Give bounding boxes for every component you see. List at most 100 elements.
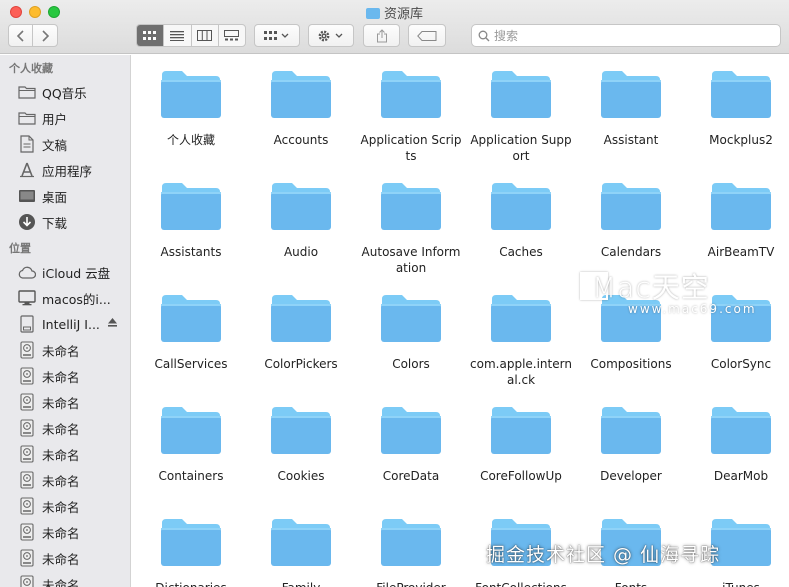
folder-item[interactable]: FileProvider [356,503,466,587]
folder-item[interactable]: Accounts [246,55,356,167]
sidebar-item-untitled[interactable]: 未命名 [0,467,130,493]
icon-view-button[interactable] [137,25,165,46]
folder-name: Family [249,580,353,587]
folder-icon [381,71,441,118]
sidebar-item-untitled[interactable]: 未命名 [0,571,130,587]
search-field[interactable] [471,24,781,47]
folder-name: iTunes [689,580,789,587]
sidebar-item-untitled[interactable]: 未命名 [0,337,130,363]
folder-name: DearMob [713,469,769,483]
window-titlebar: 资源库 [0,0,789,54]
folder-icon [271,519,331,566]
folder-item[interactable]: Assistants [136,167,246,279]
folder-name: Compositions [590,357,672,371]
folder-item[interactable]: Family [246,503,356,587]
cloud-icon [17,263,37,281]
sidebar-item-downloads[interactable]: 下载 [0,209,130,235]
action-menu-button[interactable] [308,24,354,47]
folder-name: Assistant [603,133,659,147]
column-view-icon [197,30,213,41]
share-button[interactable] [363,24,400,47]
folder-icon [17,109,37,127]
chevron-left-icon [16,29,24,42]
folder-item[interactable]: DearMob [686,391,789,503]
drive-icon [17,341,37,359]
folder-name: CoreData [382,469,440,483]
arrange-button[interactable] [254,24,300,47]
folder-item[interactable]: Containers [136,391,246,503]
folder-item[interactable]: Mockplus2 [686,55,789,167]
folder-item[interactable]: Dictionaries [136,503,246,587]
computer-icon [17,289,37,307]
window-title: 资源库 [0,3,789,22]
download-icon [17,213,37,231]
folder-icon [161,519,221,566]
column-view-button[interactable] [192,25,219,46]
sidebar: 个人收藏 QQ音乐 用户 文稿 应用程序 桌面 下载 位置 iCloud 云盘 … [0,55,131,587]
sidebar-item-untitled[interactable]: 未命名 [0,493,130,519]
sidebar-favorites-header: 个人收藏 [9,62,53,75]
forward-button[interactable] [32,24,58,47]
folder-item[interactable]: Developer [576,391,686,503]
gallery-view-button[interactable] [219,25,245,46]
sidebar-item-untitled[interactable]: 未命名 [0,415,130,441]
folder-item[interactable]: com.apple.internal.ck [466,279,576,391]
folder-name: Caches [499,245,543,259]
sidebar-item-untitled[interactable]: 未命名 [0,363,130,389]
sidebar-item-applications[interactable]: 应用程序 [0,157,130,183]
sidebar-item-intellij[interactable]: IntelliJ I... [0,311,130,337]
folder-name: Calendars [600,245,662,259]
sidebar-item-untitled[interactable]: 未命名 [0,441,130,467]
folder-name: Application Scripts [360,133,462,163]
folder-item[interactable]: Colors [356,279,466,391]
drive-icon [17,393,37,411]
folder-item[interactable]: Application Support [466,55,576,167]
back-button[interactable] [8,24,33,47]
drive-icon [17,497,37,515]
folder-item[interactable]: Autosave Information [356,167,466,279]
folder-name: FontCollections [469,580,573,587]
folder-icon [161,183,221,230]
folder-name: FileProvider [359,580,463,587]
eject-icon[interactable] [107,317,118,328]
folder-item[interactable]: 个人收藏 [136,55,246,167]
folder-item[interactable]: Cookies [246,391,356,503]
sidebar-item-icloud[interactable]: iCloud 云盘 [0,259,130,285]
tag-button[interactable] [408,24,446,47]
folder-item[interactable]: Audio [246,167,356,279]
chevron-right-icon [42,29,50,42]
sidebar-item-users[interactable]: 用户 [0,105,130,131]
sidebar-item-qqmusic[interactable]: QQ音乐 [0,79,130,105]
folder-icon [271,295,331,342]
sidebar-item-desktop[interactable]: 桌面 [0,183,130,209]
sidebar-item-untitled[interactable]: 未命名 [0,519,130,545]
folder-item[interactable]: AirBeamTV [686,167,789,279]
tag-icon [417,30,437,41]
sidebar-item-documents[interactable]: 文稿 [0,131,130,157]
disk-icon [17,315,37,333]
folder-item[interactable]: Calendars [576,167,686,279]
sidebar-item-computer[interactable]: macos的i... [0,285,130,311]
folder-item[interactable]: Caches [466,167,576,279]
drive-icon [17,523,37,541]
sidebar-item-untitled[interactable]: 未命名 [0,389,130,415]
search-input[interactable] [494,28,754,43]
list-view-button[interactable] [164,25,192,46]
folder-item[interactable]: CallServices [136,279,246,391]
folder-item[interactable]: ColorPickers [246,279,356,391]
folder-name: CoreFollowUp [480,469,562,483]
folder-item[interactable]: CoreData [356,391,466,503]
drive-icon [17,471,37,489]
sidebar-item-untitled[interactable]: 未命名 [0,545,130,571]
icon-view-icon [143,30,157,40]
drive-icon [17,575,37,587]
drive-icon [17,445,37,463]
folder-item[interactable]: CoreFollowUp [466,391,576,503]
folder-item[interactable]: Assistant [576,55,686,167]
folder-icon [711,71,771,118]
folder-name: Fonts [579,580,683,587]
folder-name: CallServices [154,357,228,371]
desktop-icon [17,187,37,205]
applications-icon [17,161,37,179]
folder-item[interactable]: Application Scripts [356,55,466,167]
